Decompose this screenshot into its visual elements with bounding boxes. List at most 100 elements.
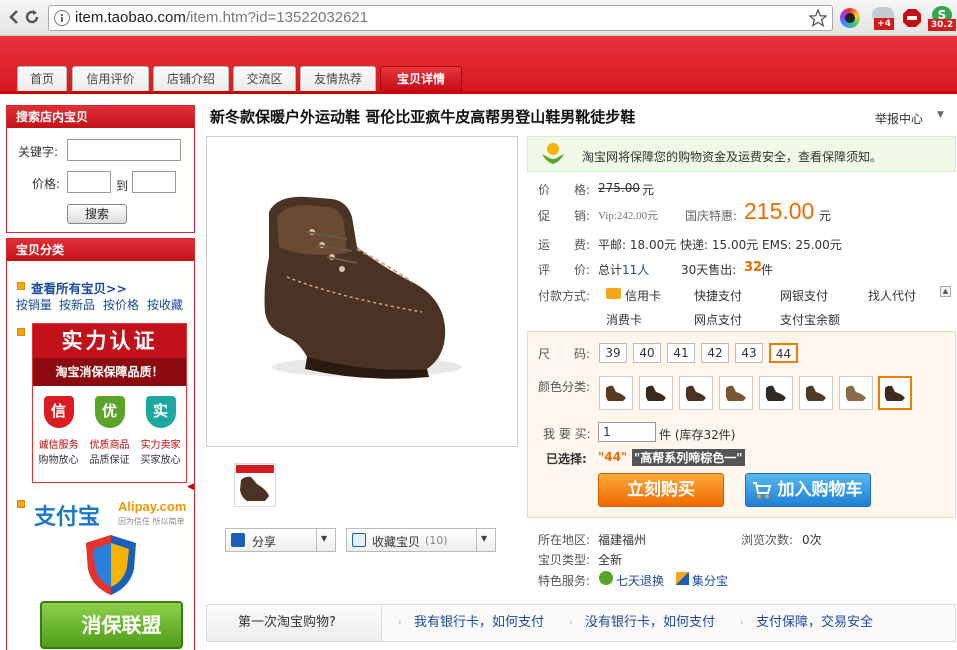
cert-item-name: 诚信服务 (38, 440, 79, 451)
favorite-count: (10) (425, 534, 448, 547)
security-shield-icon (84, 533, 138, 600)
favorite-button[interactable] (346, 528, 496, 552)
report-center-link[interactable]: 举报中心 (875, 110, 923, 127)
views-value: 0次 (802, 533, 822, 547)
color-swatch-3[interactable] (679, 376, 713, 410)
payment-collapse-icon[interactable]: ▲ (940, 286, 951, 297)
share-dropdown-icon[interactable]: ▼ (321, 534, 327, 543)
review-label: 评 价: (538, 263, 591, 277)
shipping-fees: 平邮: 18.00元 快递: 15.00元 EMS: 25.00元 (598, 238, 842, 252)
color-swatch-8-selected[interactable] (878, 376, 912, 410)
size-option-41[interactable]: 41 (667, 343, 695, 363)
cert-item-quality: 优 优质商品 品质保证 (86, 396, 134, 466)
color-swatch-2[interactable] (639, 376, 673, 410)
sort-by-price[interactable]: 按价格 (103, 296, 139, 313)
seven-day-return-icon (599, 571, 613, 585)
payment-proxy: 找人代付 (868, 289, 917, 303)
help-link-no-card[interactable]: 没有银行卡，如何支付 (585, 604, 715, 642)
size-option-39[interactable]: 39 (599, 343, 627, 363)
color-swatch-1[interactable] (599, 376, 633, 410)
favorite-label: 收藏宝贝 (372, 535, 421, 549)
size-option-44[interactable]: 44 (769, 343, 798, 363)
item-type-value: 全新 (598, 553, 623, 567)
color-swatch-4[interactable] (719, 376, 753, 410)
guarantee-notice-link[interactable]: 查看保障须知 (798, 150, 870, 164)
tab-shop-intro[interactable]: 店铺介绍 (153, 66, 229, 91)
quantity-input[interactable]: 1 (598, 422, 656, 442)
help-link-security[interactable]: 支付保障，交易安全 (756, 604, 873, 642)
alipay-logo: 支付宝 (34, 504, 101, 529)
cert-subtitle: 淘宝消保保障品质！ (33, 358, 186, 386)
strength-badge-icon: 实 (145, 396, 176, 428)
address-bar[interactable]: item.taobao.com/item.htm?id=13522032621 (48, 5, 833, 31)
size-option-43[interactable]: 43 (735, 343, 763, 363)
help-link-has-card[interactable]: 我有银行卡，如何支付 (414, 604, 544, 642)
points-service-link[interactable]: 集分宝 (692, 572, 728, 589)
holiday-price-unit: 元 (819, 209, 832, 223)
url-path: /item.htm?id=13522032621 (185, 9, 369, 26)
guarantee-text-end: 。 (870, 150, 883, 164)
guarantee-hands-icon (540, 142, 566, 169)
color-swatch-6[interactable] (799, 376, 833, 410)
selected-label: 已选择: (546, 452, 587, 466)
view-all-items-link[interactable]: 查看所有宝贝>> (31, 278, 127, 297)
sort-by-sales[interactable]: 按销量 (16, 296, 52, 313)
vip-price: Vip:242.00元 (598, 210, 659, 222)
price-unit: 元 (642, 183, 655, 197)
payment-alipay-balance: 支付宝余额 (780, 313, 841, 327)
price-max-input[interactable] (132, 171, 176, 193)
cert-item-strength: 实 实力卖家 买家放心 (137, 396, 185, 466)
size-option-40[interactable]: 40 (633, 343, 661, 363)
cert-bullet-icon (17, 328, 25, 336)
tab-home[interactable]: 首页 (17, 66, 67, 91)
share-icon (231, 533, 245, 547)
location-label: 所在地区: (538, 533, 591, 547)
payment-online-bank: 网银支付 (780, 289, 829, 303)
share-label: 分享 (252, 535, 277, 549)
collapse-arrow-icon[interactable]: ◀ (187, 482, 194, 492)
bookmark-star-icon[interactable] (808, 8, 828, 28)
buy-now-button[interactable]: 立刻购买 (598, 473, 724, 507)
xiaobao-alliance-badge: 消保联盟 (40, 601, 183, 649)
price-min-input[interactable] (67, 171, 111, 193)
review-count-link[interactable]: 11人 (622, 261, 649, 278)
cert-item-desc: 购物放心 (38, 455, 79, 466)
shipping-label: 运 费: (538, 238, 591, 252)
url-host: item.taobao.com (75, 9, 186, 26)
selected-color: "高帮系列啼棕色一" (632, 449, 745, 466)
extension-s-badge: 30.2 (928, 19, 956, 31)
keyword-input[interactable] (67, 139, 181, 161)
color-swatch-5[interactable] (759, 376, 793, 410)
size-option-42[interactable]: 42 (701, 343, 729, 363)
tab-recommend[interactable]: 友情热荐 (300, 66, 376, 91)
report-dropdown-icon[interactable]: ▼ (937, 110, 944, 120)
help-arrow-icon: › (740, 618, 744, 628)
alipay-banner[interactable]: 支付宝 Alipay.com 因为信任 所以简单 消保联盟 (32, 495, 187, 650)
sort-by-favorites[interactable]: 按收藏 (147, 296, 183, 313)
shop-search-button[interactable]: 搜索 (67, 204, 127, 224)
color-swatch-7[interactable] (839, 376, 873, 410)
tab-forum[interactable]: 交流区 (233, 66, 296, 91)
reload-icon[interactable] (22, 7, 42, 27)
sort-by-new[interactable]: 按新品 (59, 296, 95, 313)
seven-day-return-link[interactable]: 七天退换 (616, 572, 664, 589)
product-thumbnail[interactable] (234, 463, 276, 507)
page-info-icon[interactable] (54, 10, 70, 26)
guarantee-text-main: 淘宝网将保障您的购物资金及运费安全， (582, 150, 799, 164)
adblock-stop-icon[interactable] (902, 7, 922, 29)
location-value: 福建福州 (598, 533, 647, 547)
tab-credit-reviews[interactable]: 信用评价 (72, 66, 149, 91)
alipay-bullet-icon (17, 500, 25, 508)
cert-item-name: 优质商品 (89, 440, 130, 451)
cert-banner[interactable]: 实力认证 淘宝消保保障品质！ 信 诚信服务 购物放心 优 优质商品 品质保证 实… (32, 323, 187, 483)
product-main-image[interactable] (206, 136, 518, 447)
cert-title: 实力认证 (33, 324, 186, 358)
shop-search-title: 搜索店内宝贝 (7, 106, 194, 128)
payment-label: 付款方式: (538, 289, 591, 303)
promo-label: 促 销: (538, 209, 591, 223)
cert-item-name: 实力卖家 (140, 440, 181, 451)
favorite-dropdown-icon[interactable]: ▼ (481, 534, 487, 543)
tab-item-details[interactable]: 宝贝详情 (380, 66, 462, 91)
holiday-price: 215.00 (744, 198, 815, 224)
original-price: 275.00 (598, 181, 640, 195)
